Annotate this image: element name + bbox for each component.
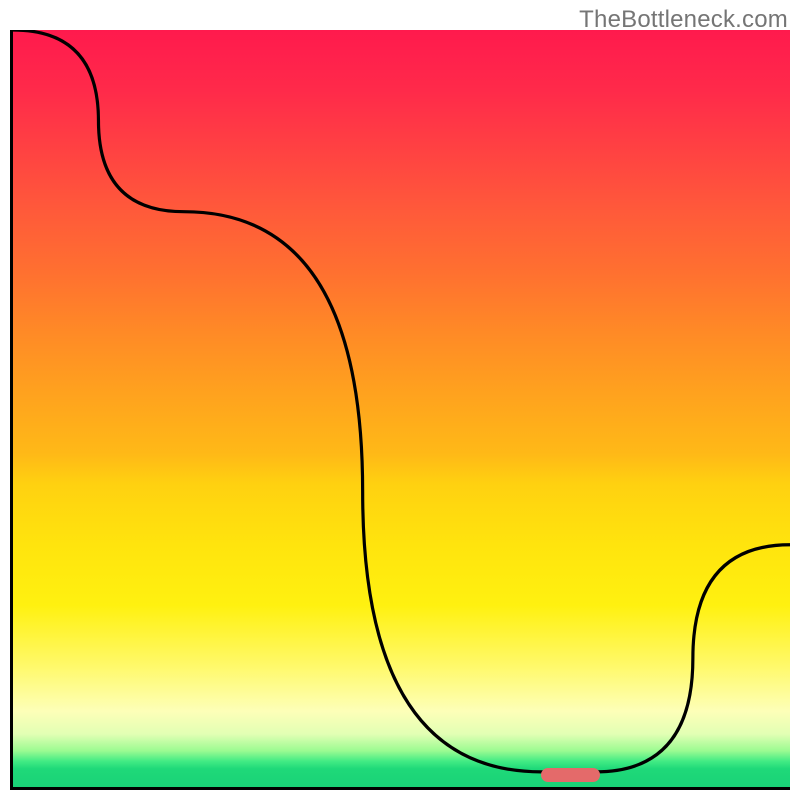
optimal-point-marker	[541, 768, 600, 782]
plot-area	[10, 30, 790, 790]
bottleneck-curve	[13, 30, 790, 787]
chart-frame	[10, 30, 790, 790]
